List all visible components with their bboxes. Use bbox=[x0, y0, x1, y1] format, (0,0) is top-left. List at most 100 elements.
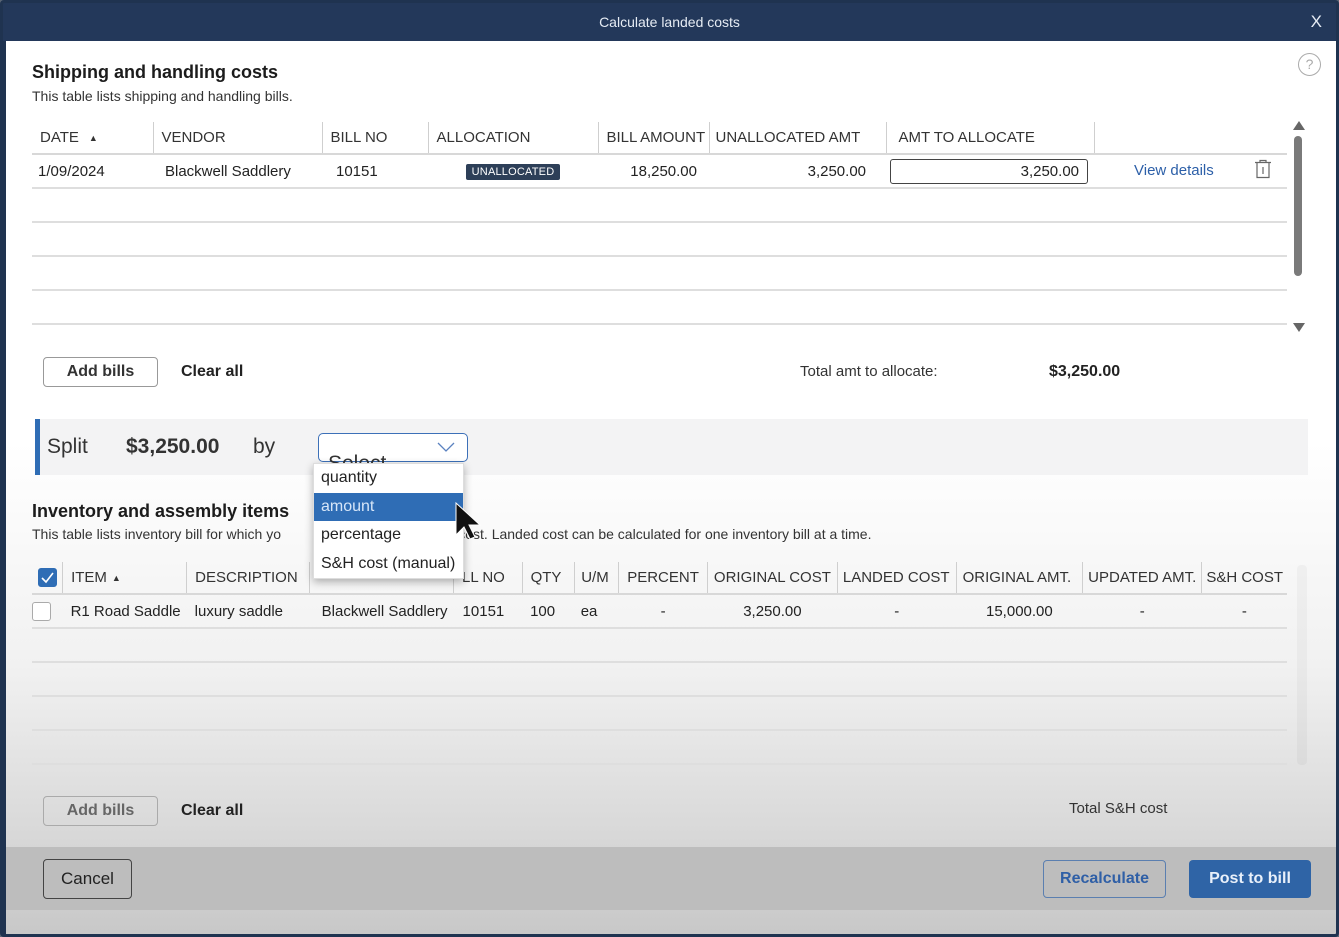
col-description[interactable]: DESCRIPTION bbox=[186, 562, 311, 595]
shipping-table-row-empty bbox=[32, 256, 1287, 291]
option-amount[interactable]: amount bbox=[314, 492, 463, 521]
shipping-table-row-empty bbox=[32, 222, 1287, 257]
total-amt-to-allocate-label: Total amt to allocate: bbox=[800, 363, 938, 380]
inventory-table: ITEM ▲ DESCRIPTION LL NO QTY U/M PERCENT … bbox=[32, 562, 1287, 765]
row-original-amt: 15,000.00 bbox=[956, 594, 1083, 629]
option-quantity[interactable]: quantity bbox=[314, 464, 463, 493]
row-vendor: Blackwell Saddlery bbox=[153, 154, 322, 189]
inventory-table-row[interactable]: R1 Road Saddle luxury saddle Blackwell S… bbox=[32, 594, 1287, 629]
col-original-amt[interactable]: ORIGINAL AMT. bbox=[956, 562, 1084, 595]
total-sh-cost-label: Total S&H cost bbox=[1069, 800, 1168, 817]
view-details-link[interactable]: View details bbox=[1134, 162, 1214, 179]
col-sh-cost[interactable]: S&H COST bbox=[1201, 562, 1287, 595]
trash-icon[interactable] bbox=[1254, 159, 1272, 183]
col-vendor[interactable]: VENDOR bbox=[153, 122, 323, 155]
col-unallocated-amt[interactable]: UNALLOCATED AMT bbox=[709, 122, 887, 155]
col-select-all[interactable] bbox=[32, 562, 64, 595]
dialog-titlebar: Calculate landed costs X bbox=[3, 3, 1336, 41]
col-date[interactable]: DATE ▲ bbox=[32, 122, 154, 155]
post-to-bill-button[interactable]: Post to bill bbox=[1189, 860, 1311, 898]
scroll-up-icon[interactable] bbox=[1293, 121, 1305, 130]
option-percentage[interactable]: percentage bbox=[314, 521, 463, 550]
scrollbar-thumb[interactable] bbox=[1294, 136, 1302, 276]
row-bill-no: 10151 bbox=[322, 154, 428, 189]
row-allocation: UNALLOCATED bbox=[428, 154, 598, 189]
clear-all-button[interactable]: Clear all bbox=[181, 363, 243, 381]
row-checkbox[interactable] bbox=[32, 601, 51, 621]
sort-asc-icon: ▲ bbox=[111, 573, 121, 584]
row-amt-to-allocate-cell bbox=[886, 154, 1094, 189]
col-bill-amount[interactable]: BILL AMOUNT bbox=[598, 122, 710, 155]
row-actions: View details bbox=[1094, 154, 1287, 189]
total-amt-to-allocate-value: $3,250.00 bbox=[1049, 363, 1121, 380]
mouse-cursor-icon bbox=[455, 501, 482, 540]
select-all-checkbox[interactable] bbox=[38, 568, 57, 587]
split-bar: Split $3,250.00 by Select bbox=[35, 419, 1308, 475]
col-qty[interactable]: QTY bbox=[522, 562, 576, 595]
shipping-table: DATE ▲ VENDOR BILL NO ALLOCATION BILL AMO… bbox=[32, 122, 1287, 325]
col-actions bbox=[1094, 122, 1287, 155]
row-checkbox-cell bbox=[32, 594, 63, 629]
shipping-section-title: Shipping and handling costs bbox=[32, 62, 278, 82]
inventory-table-row-empty bbox=[32, 730, 1287, 765]
row-date: 1/09/2024 bbox=[32, 154, 153, 189]
checkmark-icon bbox=[41, 572, 54, 584]
row-original-cost: 3,250.00 bbox=[707, 594, 838, 629]
split-by-label: by bbox=[253, 435, 276, 458]
add-bills-button[interactable]: Add bills bbox=[43, 357, 158, 387]
inventory-clear-all-button[interactable]: Clear all bbox=[181, 802, 243, 820]
col-amt-to-allocate[interactable]: AMT TO ALLOCATE bbox=[886, 122, 1095, 155]
chevron-down-icon bbox=[437, 442, 455, 452]
dialog-content: ? Shipping and handling costs This table… bbox=[6, 41, 1336, 934]
inventory-table-header: ITEM ▲ DESCRIPTION LL NO QTY U/M PERCENT … bbox=[32, 562, 1287, 595]
shipping-section-description: This table lists shipping and handling b… bbox=[32, 88, 293, 104]
row-description: luxury saddle bbox=[186, 594, 310, 629]
row-sh-cost: - bbox=[1201, 594, 1287, 629]
col-bill-no[interactable]: BILL NO bbox=[322, 122, 429, 155]
split-label: Split bbox=[47, 435, 88, 458]
shipping-table-row-empty bbox=[32, 290, 1287, 325]
row-percent: - bbox=[618, 594, 708, 629]
landed-costs-dialog: Calculate landed costs X ? Shipping and … bbox=[0, 0, 1339, 937]
row-item: R1 Road Saddle bbox=[62, 594, 187, 629]
row-bill-amount: 18,250.00 bbox=[598, 154, 709, 189]
inventory-add-bills-button[interactable]: Add bills bbox=[43, 796, 158, 826]
dialog-title: Calculate landed costs bbox=[599, 14, 740, 30]
col-original-cost[interactable]: ORIGINAL COST bbox=[707, 562, 838, 595]
scroll-down-icon[interactable] bbox=[1293, 323, 1305, 332]
inventory-table-row-empty bbox=[32, 628, 1287, 663]
help-icon[interactable]: ? bbox=[1298, 53, 1321, 76]
split-amount: $3,250.00 bbox=[126, 435, 220, 458]
dialog-footer: Cancel Recalculate Post to bill bbox=[6, 847, 1336, 910]
row-qty: 100 bbox=[522, 594, 575, 629]
row-updated-amt: - bbox=[1082, 594, 1202, 629]
recalculate-button[interactable]: Recalculate bbox=[1043, 860, 1166, 898]
row-unallocated-amt: 3,250.00 bbox=[709, 154, 886, 189]
inventory-table-row-empty bbox=[32, 662, 1287, 697]
shipping-table-row[interactable]: 1/09/2024 Blackwell Saddlery 10151 UNALL… bbox=[32, 154, 1287, 189]
inventory-table-row-empty bbox=[32, 696, 1287, 731]
col-percent[interactable]: PERCENT bbox=[618, 562, 708, 595]
option-sh-cost-manual[interactable]: S&H cost (manual) bbox=[314, 550, 463, 579]
col-updated-amt[interactable]: UPDATED AMT. bbox=[1082, 562, 1203, 595]
allocation-status-badge: UNALLOCATED bbox=[465, 164, 561, 180]
row-vendor: Blackwell Saddlery bbox=[309, 594, 454, 629]
cancel-button[interactable]: Cancel bbox=[43, 859, 132, 899]
close-icon[interactable]: X bbox=[1311, 3, 1322, 41]
amt-to-allocate-input[interactable] bbox=[890, 158, 1088, 184]
shipping-table-row-empty bbox=[32, 188, 1287, 223]
row-landed-cost: - bbox=[837, 594, 957, 629]
row-bill-no: 10151 bbox=[453, 594, 523, 629]
col-item[interactable]: ITEM ▲ bbox=[62, 562, 188, 595]
inventory-section-title: Inventory and assembly items bbox=[32, 501, 290, 521]
shipping-table-header: DATE ▲ VENDOR BILL NO ALLOCATION BILL AMO… bbox=[32, 122, 1287, 155]
shipping-table-scrollbar[interactable] bbox=[1293, 121, 1305, 336]
split-method-select[interactable]: Select bbox=[318, 433, 468, 475]
split-method-dropdown: quantity amount percentage S&H cost (man… bbox=[313, 463, 464, 579]
col-allocation[interactable]: ALLOCATION bbox=[428, 122, 599, 155]
col-um[interactable]: U/M bbox=[574, 562, 620, 595]
col-landed-cost[interactable]: LANDED COST bbox=[837, 562, 957, 595]
row-um: ea bbox=[574, 594, 619, 629]
sort-asc-icon: ▲ bbox=[88, 133, 98, 144]
inventory-table-scrollbar[interactable] bbox=[1297, 565, 1307, 765]
